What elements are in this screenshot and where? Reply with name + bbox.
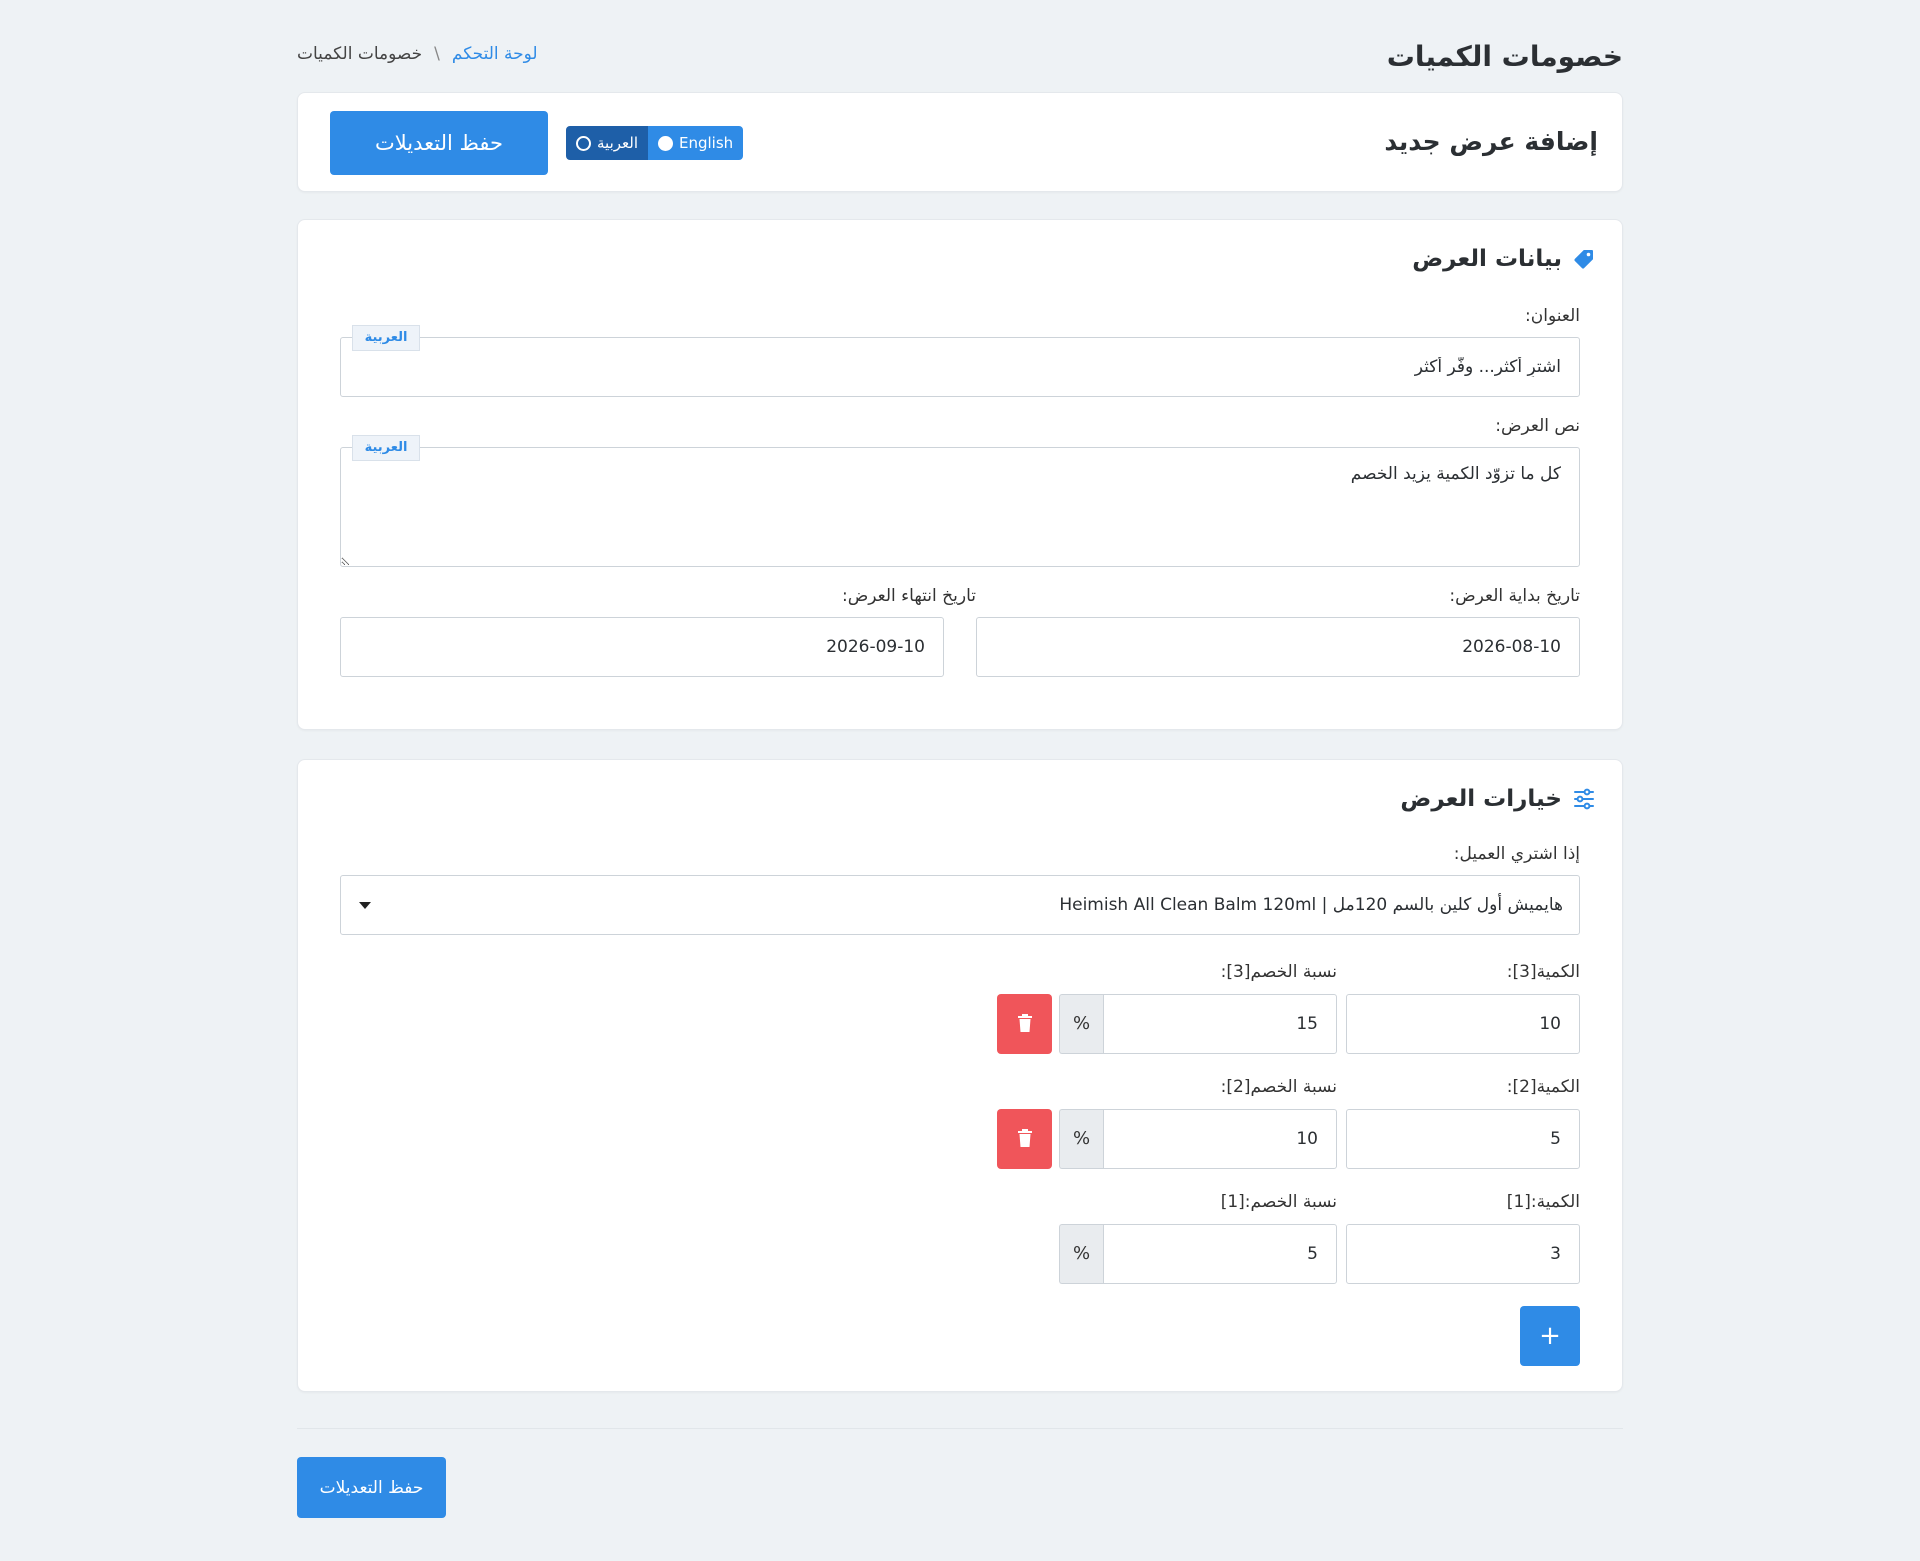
offer-options-title: خيارات العرض bbox=[1400, 786, 1596, 812]
product-select[interactable]: هايميش أول كلين بالسم 120مل | Heimish Al… bbox=[340, 875, 1580, 935]
save-button-top[interactable]: حفظ التعديلات bbox=[330, 111, 548, 175]
breadcrumb-current: خصومات الكميات bbox=[297, 44, 423, 64]
tier1-qty-input[interactable] bbox=[1346, 1224, 1580, 1284]
radio-arabic-icon[interactable] bbox=[576, 135, 591, 151]
start-date-label: تاريخ بداية العرض: bbox=[1449, 586, 1580, 606]
save-button-bottom[interactable]: حفظ التعديلات bbox=[297, 1457, 446, 1518]
product-select-value: هايميش أول كلين بالسم 120مل | Heimish Al… bbox=[1059, 895, 1563, 915]
offer-text-lang-badge: العربية bbox=[352, 435, 420, 461]
offer-info-card: بيانات العرض العنوان: العربية نص العرض: … bbox=[297, 219, 1623, 730]
start-date-input[interactable] bbox=[976, 617, 1580, 677]
form-title: إضافة عرض جديد bbox=[1384, 127, 1598, 156]
radio-english-icon[interactable] bbox=[658, 135, 673, 151]
tier3-qty-input[interactable] bbox=[1346, 994, 1580, 1054]
offer-text-label: نص العرض: bbox=[1495, 416, 1580, 436]
lang-option-arabic-label: العربية bbox=[597, 134, 638, 152]
tier3-discount-label: نسبة الخصم[3]: bbox=[1220, 962, 1337, 982]
tier2-percent-addon: % bbox=[1059, 1109, 1103, 1169]
breadcrumb-separator: \ bbox=[434, 44, 440, 64]
end-date-input[interactable] bbox=[340, 617, 944, 677]
trash-icon bbox=[1017, 1128, 1032, 1147]
tier1-discount-input[interactable] bbox=[1103, 1224, 1337, 1284]
title-lang-badge: العربية bbox=[352, 325, 420, 351]
footer-divider bbox=[297, 1428, 1623, 1429]
offer-info-title-text: بيانات العرض bbox=[1412, 246, 1562, 272]
tier3-delete-button[interactable] bbox=[997, 994, 1052, 1054]
product-label: إذا اشتري العميل: bbox=[1453, 844, 1580, 864]
tier2-discount-label: نسبة الخصم[2]: bbox=[1220, 1077, 1337, 1097]
tag-icon bbox=[1574, 250, 1593, 269]
end-date-label: تاريخ انتهاء العرض: bbox=[842, 586, 976, 606]
tier2-discount-input[interactable] bbox=[1103, 1109, 1337, 1169]
tier1-qty-label: الكمية:[1] bbox=[1506, 1192, 1580, 1212]
offer-options-card: خيارات العرض إذا اشتري العميل: هايميش أو… bbox=[297, 759, 1623, 1392]
title-input[interactable] bbox=[340, 337, 1580, 397]
offer-text-textarea[interactable]: كل ما تزوّد الكمية يزيد الخصم bbox=[340, 447, 1580, 567]
breadcrumb-home-link[interactable]: لوحة التحكم bbox=[452, 44, 538, 64]
caret-down-icon[interactable] bbox=[359, 902, 371, 909]
tier2-delete-button[interactable] bbox=[997, 1109, 1052, 1169]
page-header: خصومات الكميات لوحة التحكم \ خصومات الكميا… bbox=[297, 36, 1623, 80]
tier3-discount-input[interactable] bbox=[1103, 994, 1337, 1054]
tier1-discount-label: نسبة الخصم:[1] bbox=[1220, 1192, 1337, 1212]
language-toggle[interactable]: English العربية bbox=[566, 126, 744, 160]
tier1-percent-addon: % bbox=[1059, 1224, 1103, 1284]
sliders-icon bbox=[1574, 788, 1594, 810]
breadcrumb: لوحة التحكم \ خصومات الكميات bbox=[297, 44, 538, 64]
lang-option-english-label: English bbox=[679, 134, 734, 152]
lang-option-english[interactable]: English bbox=[648, 126, 744, 160]
add-tier-button[interactable]: + bbox=[1520, 1306, 1580, 1366]
offer-options-title-text: خيارات العرض bbox=[1400, 786, 1562, 812]
tier2-qty-label: الكمية[2]: bbox=[1506, 1077, 1580, 1097]
offer-info-title: بيانات العرض bbox=[1412, 246, 1596, 272]
title-label: العنوان: bbox=[1525, 306, 1580, 326]
tier3-qty-label: الكمية[3]: bbox=[1506, 962, 1580, 982]
topbar-card: إضافة عرض جديد English العربية حفظ التعد… bbox=[297, 92, 1623, 192]
tier2-qty-input[interactable] bbox=[1346, 1109, 1580, 1169]
tier3-percent-addon: % bbox=[1059, 994, 1103, 1054]
page-title: خصومات الكميات bbox=[1386, 40, 1623, 73]
lang-option-arabic[interactable]: العربية bbox=[566, 126, 648, 160]
trash-icon bbox=[1017, 1013, 1032, 1032]
